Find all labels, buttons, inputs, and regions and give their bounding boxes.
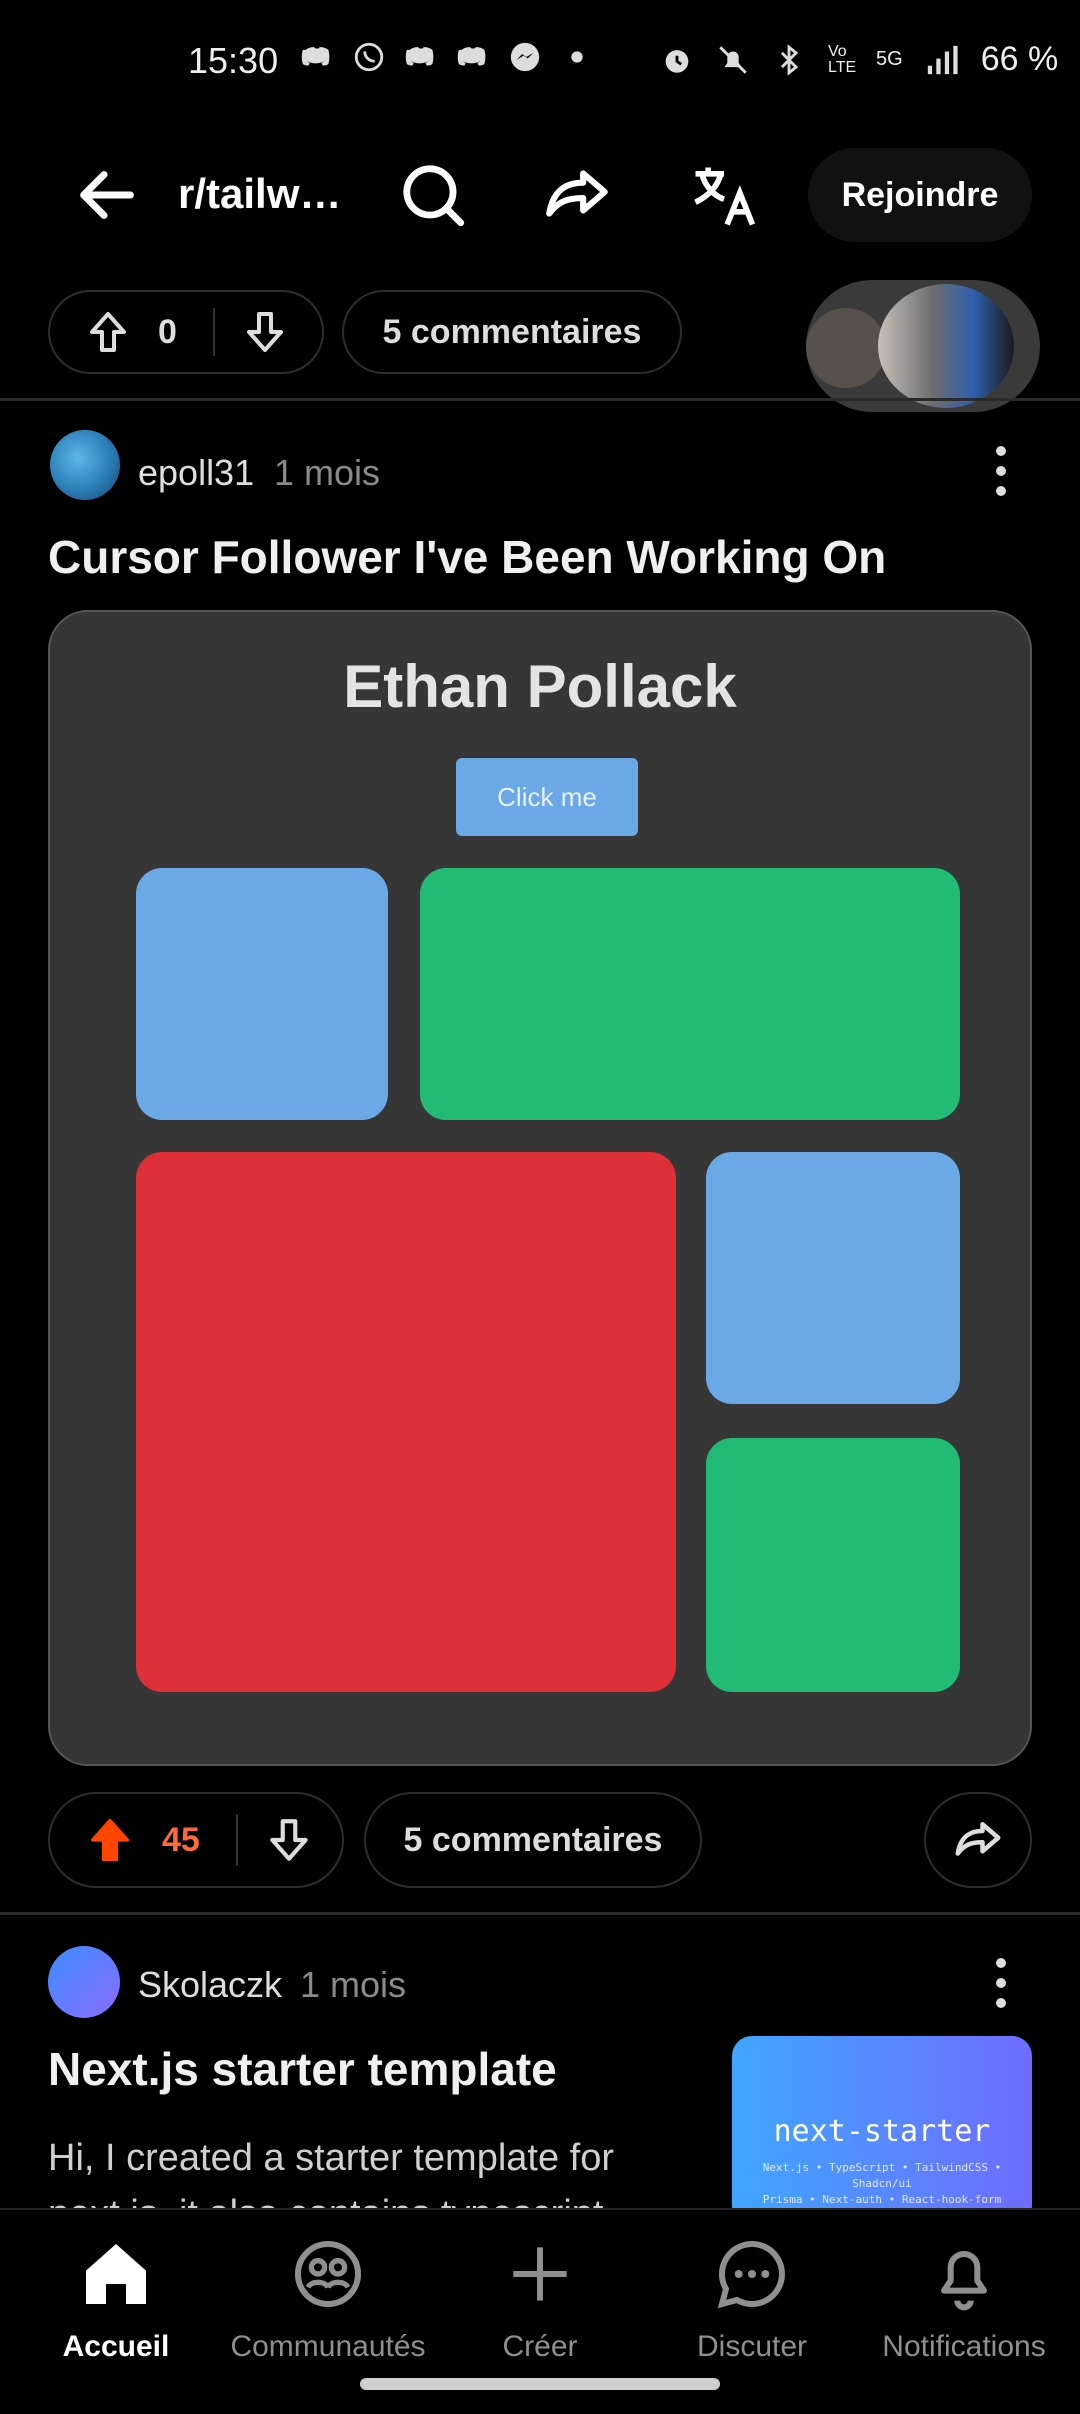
blue-box-2 xyxy=(706,1152,960,1404)
vote-score: 0 xyxy=(158,312,177,351)
volte-label: Vo LTE xyxy=(828,42,857,76)
post-title[interactable]: Next.js starter template xyxy=(48,2042,557,2096)
thumbnail-title: next-starter xyxy=(773,2114,991,2149)
avatar[interactable] xyxy=(48,1946,120,2018)
post-title[interactable]: Cursor Follower I've Been Working On xyxy=(48,530,886,584)
post-username[interactable]: Skolaczk xyxy=(138,1964,282,2006)
thumbnail-subtitle-line: Prisma • Next-auth • React-hook-form xyxy=(762,2193,1002,2206)
comments-label: 5 commentaires xyxy=(403,1820,663,1859)
chat-icon xyxy=(717,2240,785,2309)
status-time: 15:30 xyxy=(188,40,279,81)
nav-label: Accueil xyxy=(62,2330,170,2363)
signal-icon xyxy=(927,45,958,74)
share-icon[interactable] xyxy=(540,158,614,232)
downvote-icon[interactable] xyxy=(241,308,289,356)
vote-bar: 0 xyxy=(48,290,324,374)
post-media[interactable]: Ethan Pollack Click me xyxy=(48,610,1032,1766)
translate-icon[interactable] xyxy=(686,158,762,234)
whatsapp-icon xyxy=(354,42,384,72)
communities-icon xyxy=(295,2241,361,2307)
nav-label: Notifications xyxy=(882,2330,1046,2363)
nav-label: Créer xyxy=(502,2330,578,2363)
more-options-icon[interactable] xyxy=(996,1958,1006,2008)
nav-create[interactable]: Créer xyxy=(432,2234,648,2364)
upvote-icon[interactable] xyxy=(84,1814,136,1866)
people-thumb xyxy=(878,284,1014,408)
post-age: 1 mois xyxy=(300,1964,407,2005)
red-box xyxy=(136,1152,676,1692)
battery-level: 66 % xyxy=(980,40,1059,78)
comments-button[interactable]: 5 commentaires xyxy=(364,1792,702,1888)
discord-icon xyxy=(405,47,434,66)
system-icons: Vo LTE 5G 66 % xyxy=(660,40,1058,79)
comments-button[interactable]: 5 commentaires xyxy=(342,290,682,374)
notification-icons xyxy=(300,40,594,74)
downvote-icon[interactable] xyxy=(264,1815,314,1865)
post-username[interactable]: epoll31 xyxy=(138,452,254,494)
share-icon xyxy=(955,1822,1001,1856)
search-icon[interactable] xyxy=(396,158,470,232)
vote-score: 45 xyxy=(162,1820,200,1859)
excerpt-line: Hi, I created a starter template for xyxy=(48,2137,615,2179)
vote-divider xyxy=(235,1814,238,1866)
post-thumbnail[interactable]: next-starter Next.js • TypeScript • Tail… xyxy=(732,2036,1032,2226)
nav-label: Discuter xyxy=(696,2330,808,2363)
post-divider xyxy=(0,1912,1080,1915)
plus-icon xyxy=(513,2247,567,2301)
nav-home[interactable]: Accueil xyxy=(8,2234,224,2364)
thumbnail-subtitle-line: Next.js • TypeScript • TailwindCSS • Sha… xyxy=(762,2161,1002,2190)
post-excerpt[interactable]: Hi, I created a starter template for nex… xyxy=(48,2130,708,2208)
discord-icon xyxy=(457,47,486,66)
nav-chat[interactable]: Discuter xyxy=(644,2234,860,2364)
dot-icon xyxy=(571,51,583,63)
thumbnail-subtitle: Next.js • TypeScript • TailwindCSS • Sha… xyxy=(732,2160,1032,2208)
bell-icon xyxy=(941,2251,987,2311)
vote-bar: 45 xyxy=(48,1792,344,1888)
face-thumb xyxy=(806,308,886,388)
bluetooth-icon xyxy=(780,43,799,76)
media-click-button: Click me xyxy=(456,758,638,836)
alarm-icon xyxy=(665,49,689,73)
excerpt-line: next.js, it also contains typescript, xyxy=(48,2186,708,2208)
share-button[interactable] xyxy=(924,1792,1032,1888)
green-box-1 xyxy=(420,868,960,1120)
comments-label: 5 commentaires xyxy=(382,312,642,351)
network-type: 5G xyxy=(876,48,903,70)
vote-divider xyxy=(212,308,215,356)
subreddit-title[interactable]: r/tailw… xyxy=(178,170,341,218)
join-button[interactable]: Rejoindre xyxy=(808,148,1032,242)
green-box-2 xyxy=(706,1438,960,1692)
discord-icon xyxy=(301,47,330,66)
status-bar: 15:30 Vo LTE 5G 66 % xyxy=(0,0,1080,120)
home-indicator[interactable] xyxy=(360,2378,720,2390)
nav-label: Communautés xyxy=(230,2330,426,2363)
blue-box-1 xyxy=(136,868,388,1120)
post-age: 1 mois xyxy=(274,452,381,493)
mute-icon xyxy=(719,45,747,74)
home-icon xyxy=(86,2244,146,2304)
back-arrow-icon[interactable] xyxy=(72,160,142,230)
nav-notifications[interactable]: Notifications xyxy=(856,2234,1072,2364)
media-heading: Ethan Pollack xyxy=(343,653,737,720)
floating-video-thumbnail[interactable] xyxy=(806,280,1040,412)
messenger-icon xyxy=(510,42,540,72)
nav-communities[interactable]: Communautés xyxy=(220,2234,436,2364)
post-divider xyxy=(0,398,1080,401)
more-options-icon[interactable] xyxy=(996,446,1006,496)
avatar[interactable] xyxy=(50,430,120,500)
upvote-icon[interactable] xyxy=(84,308,132,356)
